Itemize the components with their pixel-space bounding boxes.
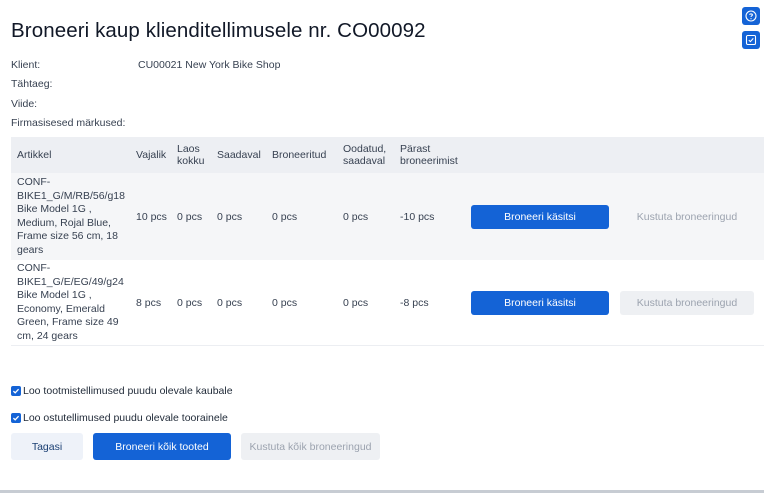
col-expected-line2: saadaval bbox=[343, 155, 386, 167]
reserve-all-button[interactable]: Broneeri kõik tooted bbox=[93, 433, 231, 460]
checkmark-icon bbox=[12, 415, 20, 421]
delete-cell: Kustuta broneeringud bbox=[620, 205, 764, 229]
reserve-cell: Broneeri käsitsi bbox=[471, 290, 620, 315]
col-expected-line1: Oodatud, bbox=[343, 142, 387, 155]
col-expected: Oodatud, saadaval bbox=[337, 143, 394, 168]
meta-internal-notes: Firmasisesed märkused: bbox=[11, 114, 280, 134]
article-cell: CONF- BIKE1_G/M/RB/56/g18 Bike Model 1G … bbox=[11, 176, 130, 257]
col-after-line2: broneerimist bbox=[400, 155, 458, 167]
col-in-stock: Laos kokku bbox=[171, 143, 211, 168]
col-reserved: Broneeritud bbox=[272, 148, 327, 161]
col-in-stock-line1: Laos bbox=[177, 142, 200, 155]
delete-all-reservations-button[interactable]: Kustuta kõik broneeringud bbox=[241, 433, 380, 460]
reserve-cell: Broneeri käsitsi bbox=[471, 204, 620, 229]
reservation-table: Artikkel Vajalik Laos kokku Saadaval Bro… bbox=[11, 137, 764, 346]
checkbox-icon bbox=[745, 34, 757, 46]
meta-label: Firmasisesed märkused: bbox=[11, 117, 126, 130]
meta-label: Tähtaeg: bbox=[11, 78, 53, 91]
article-line: Frame size 56 cm, 18 bbox=[17, 230, 118, 242]
delete-cell: Kustuta broneeringud bbox=[620, 290, 764, 315]
col-after: Pärast broneerimist bbox=[394, 143, 471, 168]
checkmark-icon bbox=[12, 388, 20, 394]
col-after-line1: Pärast bbox=[400, 142, 431, 155]
help-button[interactable] bbox=[742, 7, 760, 25]
article-line: Bike Model 1G , bbox=[17, 203, 92, 215]
available-cell: 0 pcs bbox=[217, 210, 243, 223]
page-title: Broneeri kaup klienditellimusele nr. CO0… bbox=[11, 19, 426, 42]
after-cell: -10 pcs bbox=[400, 210, 435, 223]
article-line: Green, Frame size 49 bbox=[17, 316, 119, 328]
production-orders-label: Loo tootmistellimused puudu olevale kaub… bbox=[23, 385, 233, 397]
col-available: Saadaval bbox=[217, 148, 261, 161]
reserve-manually-button[interactable]: Broneeri käsitsi bbox=[471, 290, 609, 315]
meta-client: Klient: CU00021 New York Bike Shop bbox=[11, 55, 280, 75]
article-line: Bike Model 1G , bbox=[17, 289, 92, 301]
options: Loo tootmistellimused puudu olevale kaub… bbox=[11, 384, 233, 438]
in-stock-cell: 0 pcs bbox=[177, 210, 203, 223]
meta-label: Klient: bbox=[11, 58, 41, 71]
footer-actions: Tagasi Broneeri kõik tooted Kustuta kõik… bbox=[11, 433, 380, 460]
article-line: BIKE1_G/E/EG/49/g24 bbox=[17, 275, 124, 288]
col-in-stock-line2: kokku bbox=[177, 155, 205, 167]
tasks-button[interactable] bbox=[742, 31, 760, 49]
in-stock-cell: 0 pcs bbox=[177, 296, 203, 309]
article-line: CONF- bbox=[17, 262, 51, 274]
table-row: CONF- BIKE1_G/E/EG/49/g24 Bike Model 1G … bbox=[11, 260, 764, 346]
article-cell: CONF- BIKE1_G/E/EG/49/g24 Bike Model 1G … bbox=[11, 262, 130, 343]
client-value: CU00021 New York Bike Shop bbox=[138, 58, 281, 71]
production-orders-checkbox[interactable] bbox=[11, 386, 21, 396]
create-production-orders-option: Loo tootmistellimused puudu olevale kaub… bbox=[11, 384, 233, 398]
expected-cell: 0 pcs bbox=[343, 210, 369, 223]
meta-reference: Viide: bbox=[11, 94, 280, 114]
create-purchase-orders-option: Loo ostutellimused puudu olevale toorain… bbox=[11, 411, 233, 425]
help-circle-icon bbox=[745, 10, 757, 22]
table-header: Artikkel Vajalik Laos kokku Saadaval Bro… bbox=[11, 137, 764, 173]
after-cell: -8 pcs bbox=[400, 296, 429, 309]
reserve-manually-button[interactable]: Broneeri käsitsi bbox=[471, 204, 609, 229]
article-line: gears bbox=[17, 243, 44, 256]
order-meta: Klient: CU00021 New York Bike Shop Tähta… bbox=[11, 55, 280, 133]
meta-label: Viide: bbox=[11, 97, 38, 110]
expected-cell: 0 pcs bbox=[343, 296, 369, 309]
meta-deadline: Tähtaeg: bbox=[11, 75, 280, 95]
col-required: Vajalik bbox=[136, 148, 167, 161]
delete-reservations-button[interactable]: Kustuta broneeringud bbox=[620, 290, 754, 315]
purchase-orders-checkbox[interactable] bbox=[11, 413, 21, 423]
article-line: CONF- bbox=[17, 176, 51, 188]
article-line: Medium, Rojal Blue, bbox=[17, 216, 111, 229]
article-line: Economy, Emerald bbox=[17, 302, 105, 315]
article-line: cm, 24 gears bbox=[17, 329, 78, 342]
reserved-cell: 0 pcs bbox=[272, 296, 298, 309]
required-cell: 8 pcs bbox=[136, 296, 162, 309]
article-line: BIKE1_G/M/RB/56/g18 bbox=[17, 189, 125, 202]
delete-reservations-button[interactable]: Kustuta broneeringud bbox=[620, 205, 754, 229]
table-row: CONF- BIKE1_G/M/RB/56/g18 Bike Model 1G … bbox=[11, 173, 764, 260]
available-cell: 0 pcs bbox=[217, 296, 243, 309]
purchase-orders-label: Loo ostutellimused puudu olevale toorain… bbox=[23, 412, 228, 424]
back-button[interactable]: Tagasi bbox=[11, 433, 83, 460]
reserved-cell: 0 pcs bbox=[272, 210, 298, 223]
required-cell: 10 pcs bbox=[136, 210, 167, 223]
col-article: Artikkel bbox=[17, 148, 52, 161]
